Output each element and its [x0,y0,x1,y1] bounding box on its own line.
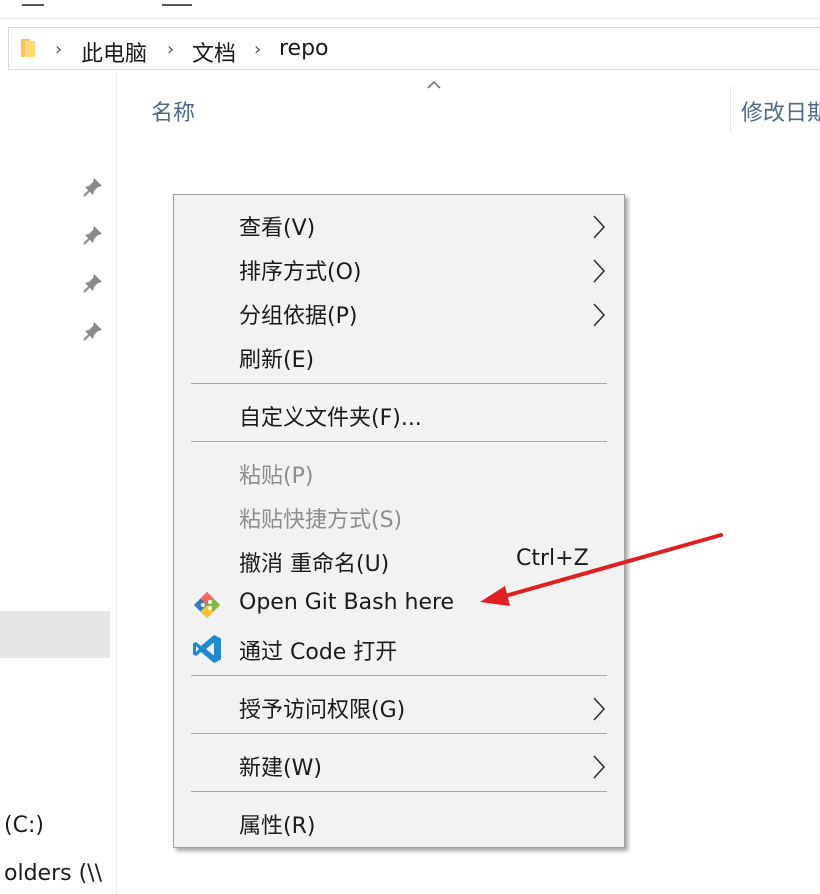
vscode-icon [193,635,221,663]
navigation-pane [0,72,116,894]
menu-item-give-access[interactable]: 授予访问权限(G) [174,684,624,728]
menu-item-label: 排序方式(O) [239,260,362,285]
folder-icon [21,39,35,57]
menu-item-label: Open Git Bash here [239,590,455,615]
menu-item-customize-folder[interactable]: 自定义文件夹(F)... [174,392,624,436]
menu-item-label: 通过 Code 打开 [239,640,398,665]
address-bar[interactable]: › 此电脑 › 文档 › repo [8,27,820,70]
nav-item-network-folder[interactable]: olders (\\ [4,861,102,886]
chevron-right-icon[interactable]: › [254,39,261,60]
breadcrumb-documents[interactable]: 文档 [192,36,236,68]
menu-item-properties[interactable]: 属性(R) [174,800,624,844]
menu-item-open-git-bash[interactable]: Open Git Bash here [174,582,624,626]
pin-icon[interactable] [82,272,104,294]
chevron-right-icon [593,259,606,283]
chevron-right-icon [593,755,606,779]
pin-icon[interactable] [82,224,104,246]
menu-item-label: 粘贴(P) [239,464,314,489]
menu-item-new[interactable]: 新建(W) [174,742,624,786]
pin-icon[interactable] [82,320,104,342]
nav-item-drive-c[interactable]: (C:) [4,813,44,838]
column-header-modified[interactable]: 修改日期 [741,95,820,127]
menu-separator [191,383,607,384]
ribbon-fragment [22,0,44,6]
menu-item-label: 分组依据(P) [239,304,358,329]
menu-item-open-with-code[interactable]: 通过 Code 打开 [174,626,624,670]
menu-separator [191,791,607,792]
chevron-right-icon[interactable]: › [55,39,62,60]
menu-item-label: 撤消 重命名(U) [239,552,390,577]
pin-icon[interactable] [82,176,104,198]
menu-item-label: 粘贴快捷方式(S) [239,508,403,533]
sort-ascending-icon [427,80,441,89]
menu-item-label: 查看(V) [239,216,316,241]
menu-item-shortcut: Ctrl+Z [516,546,589,571]
git-bash-icon [194,592,220,618]
menu-item-paste: 粘贴(P) [174,450,624,494]
column-header-name[interactable]: 名称 [151,95,195,127]
column-divider[interactable] [730,86,731,132]
menu-item-label: 授予访问权限(G) [239,698,406,723]
chevron-right-icon [593,697,606,721]
menu-separator [191,675,607,676]
menu-item-sort-by[interactable]: 排序方式(O) [174,246,624,290]
chevron-right-icon [593,215,606,239]
menu-item-label: 属性(R) [239,814,316,839]
menu-item-label: 新建(W) [239,756,322,781]
chevron-right-icon[interactable]: › [167,39,174,60]
menu-item-view[interactable]: 查看(V) [174,202,624,246]
menu-item-group-by[interactable]: 分组依据(P) [174,290,624,334]
menu-separator [191,733,607,734]
menu-item-label: 自定义文件夹(F)... [239,406,422,431]
nav-item-selected[interactable] [0,611,110,658]
ribbon-strip [0,0,820,19]
menu-item-label: 刷新(E) [239,348,315,373]
breadcrumb-this-pc[interactable]: 此电脑 [81,36,147,68]
breadcrumb-repo[interactable]: repo [279,36,329,61]
menu-item-refresh[interactable]: 刷新(E) [174,334,624,378]
menu-separator [191,441,607,442]
menu-item-undo-rename[interactable]: 撤消 重命名(U) Ctrl+Z [174,538,624,582]
chevron-right-icon [593,303,606,327]
menu-item-paste-shortcut: 粘贴快捷方式(S) [174,494,624,538]
context-menu: 查看(V) 排序方式(O) 分组依据(P) 刷新(E) 自定义文件夹(F)...… [173,194,625,848]
ribbon-fragment [162,0,192,6]
